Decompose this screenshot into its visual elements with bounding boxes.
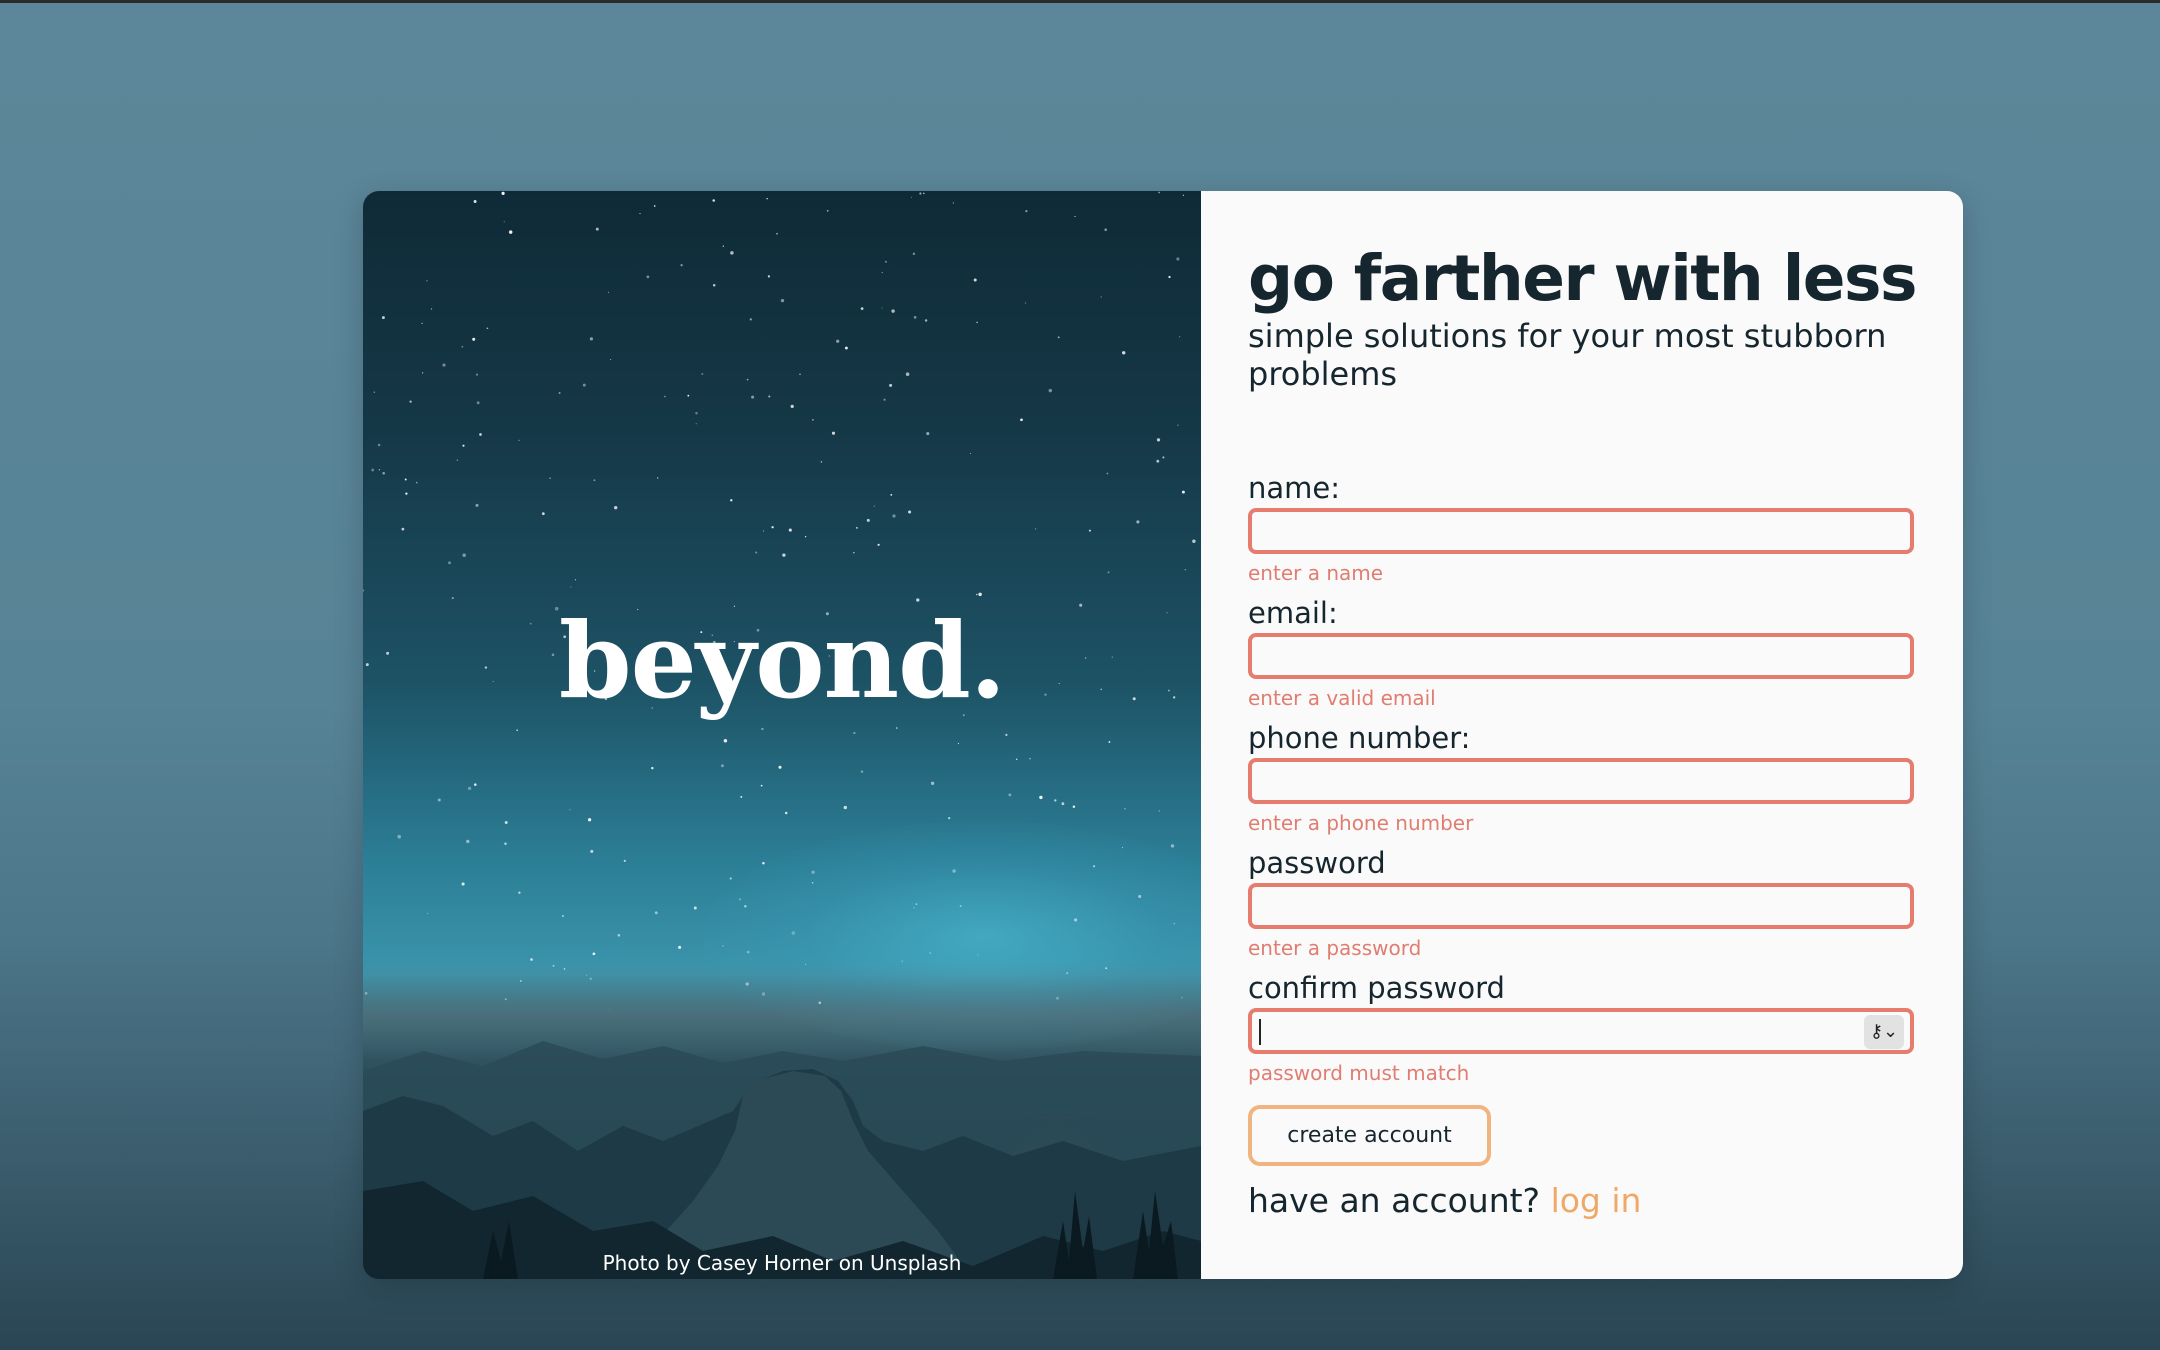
name-error: enter a name <box>1248 561 1384 585</box>
email-label: email: <box>1248 596 1338 630</box>
email-field: email: enter a valid email <box>1248 593 1914 711</box>
password-error: enter a password <box>1248 936 1422 960</box>
key-icon[interactable]: ⚷⌄ <box>1864 1015 1904 1049</box>
phone-field: phone number: enter a phone number <box>1248 718 1914 836</box>
email-error: enter a valid email <box>1248 686 1436 710</box>
password-input[interactable] <box>1248 883 1914 929</box>
hero-image-panel: beyond. Photo by Casey Horner on Unsplas… <box>363 191 1201 1279</box>
password-label: password <box>1248 846 1386 880</box>
name-input[interactable] <box>1248 508 1914 554</box>
page-subtitle: simple solutions for your most stubborn … <box>1248 317 1887 393</box>
text-caret <box>1259 1019 1261 1045</box>
confirm-password-label: confirm password <box>1248 971 1505 1005</box>
phone-error: enter a phone number <box>1248 811 1474 835</box>
confirm-password-error: password must match <box>1248 1061 1470 1085</box>
confirm-password-input[interactable]: ⚷⌄ <box>1248 1008 1914 1054</box>
have-account-text: have an account? <box>1248 1181 1541 1220</box>
name-label: name: <box>1248 471 1341 505</box>
page-title: go farther with less <box>1248 242 1918 315</box>
create-account-button[interactable]: create account <box>1248 1105 1491 1166</box>
password-field: password enter a password <box>1248 843 1914 961</box>
signup-form-panel: go farther with less simple solutions fo… <box>1201 191 1963 1279</box>
brand-logo: beyond. <box>558 599 1006 722</box>
signup-card: beyond. Photo by Casey Horner on Unsplas… <box>363 191 1963 1279</box>
phone-label: phone number: <box>1248 721 1471 755</box>
email-input[interactable] <box>1248 633 1914 679</box>
photo-credit[interactable]: Photo by Casey Horner on Unsplash <box>363 1251 1201 1275</box>
login-prompt: have an account? log in <box>1248 1181 1641 1220</box>
login-link[interactable]: log in <box>1551 1181 1642 1220</box>
phone-input[interactable] <box>1248 758 1914 804</box>
name-field: name: enter a name <box>1248 468 1914 586</box>
top-border-line <box>0 0 2160 3</box>
confirm-password-field: confirm password ⚷⌄ password must match <box>1248 968 1914 1086</box>
mountain-silhouette <box>363 1041 1201 1279</box>
